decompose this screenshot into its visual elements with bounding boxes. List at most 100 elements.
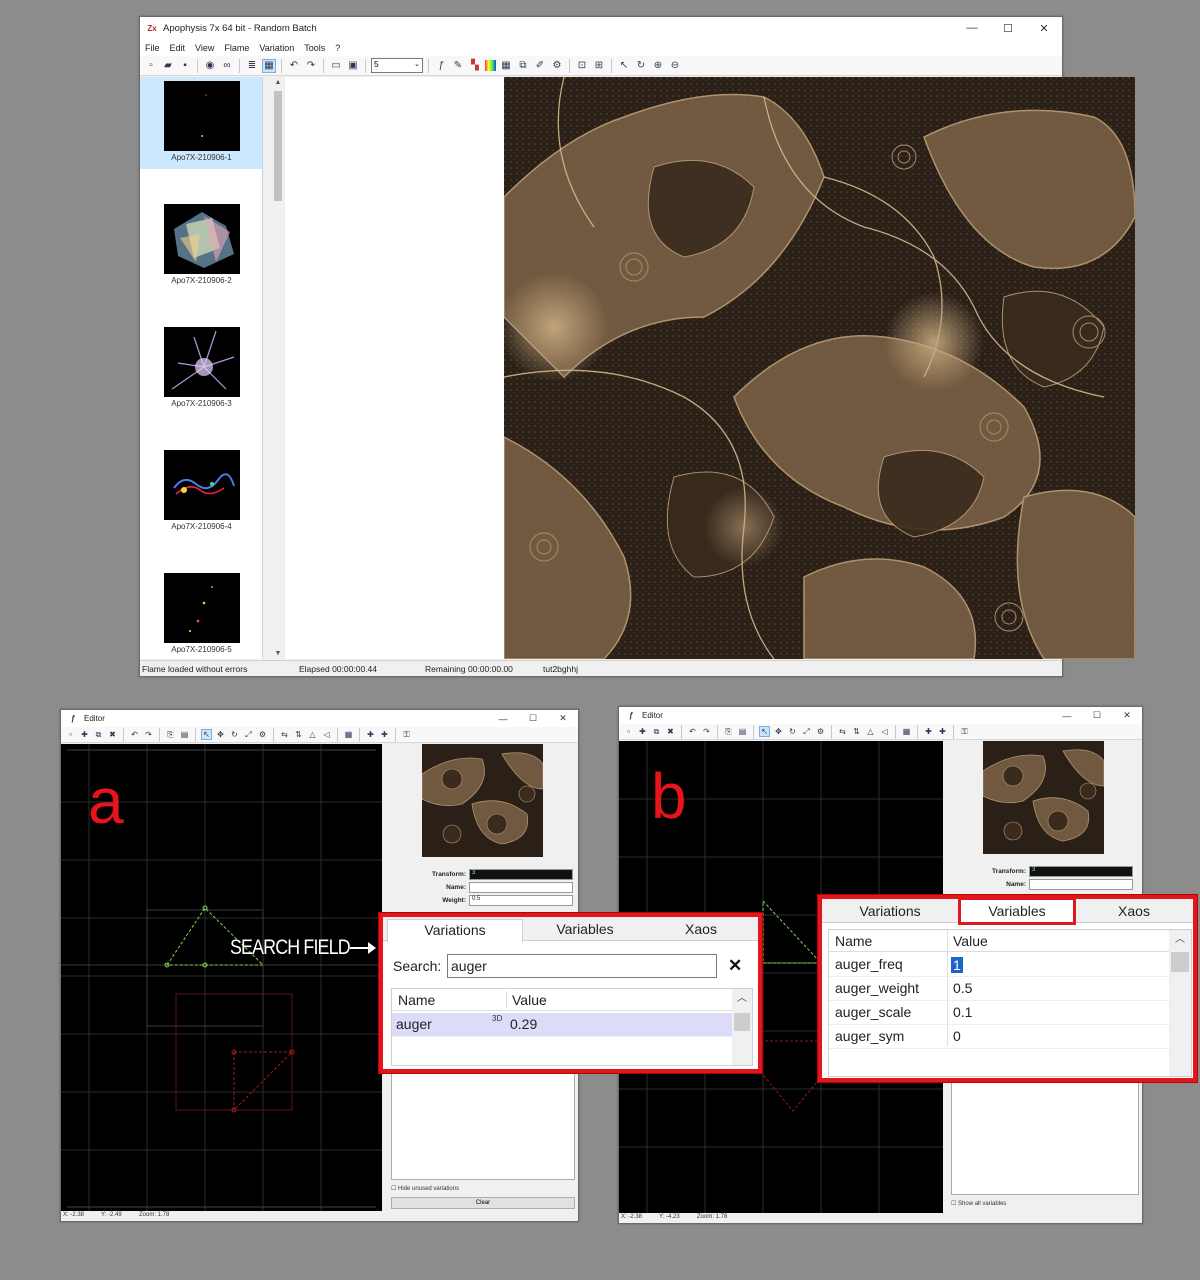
menu-variation[interactable]: Variation — [259, 43, 294, 53]
maximize-button[interactable]: ☐ — [1082, 707, 1112, 724]
post-transform-icon[interactable]: ✚ — [365, 729, 376, 740]
paste-icon[interactable]: ▤ — [179, 729, 190, 740]
copy-icon[interactable]: ⎘ — [723, 726, 734, 737]
menu-view[interactable]: View — [195, 43, 214, 53]
redo-icon[interactable]: ↷ — [304, 59, 318, 73]
variable-value[interactable]: 0.5 — [953, 977, 972, 999]
variation-value[interactable]: 0.29 — [510, 1013, 537, 1035]
table-scrollbar[interactable]: ︿ — [732, 989, 752, 1065]
tab-variables[interactable]: Variables — [958, 897, 1076, 925]
preview-icon[interactable]: ▣ — [346, 59, 360, 73]
minimize-button[interactable]: — — [954, 17, 990, 39]
duplicate-icon[interactable]: ⧉ — [93, 729, 104, 740]
save-icon[interactable]: ▪ — [178, 59, 192, 73]
variable-value-editing[interactable]: 1 — [951, 957, 963, 973]
quality-combo[interactable]: 5 ⌄ — [371, 58, 423, 73]
table-row[interactable]: auger_weight 0.5 — [829, 977, 1169, 1001]
transform-grid-canvas[interactable]: a — [61, 744, 382, 1213]
triangle-icon[interactable]: △ — [865, 726, 876, 737]
script-icon[interactable]: ✐ — [533, 59, 547, 73]
tab-variables[interactable]: Variables — [524, 919, 646, 941]
menu-tools[interactable]: Tools — [304, 43, 325, 53]
post-transform-icon[interactable]: ✚ — [923, 726, 934, 737]
undo-icon[interactable]: ↶ — [687, 726, 698, 737]
thumbnail-scrollbar[interactable]: ▲ ▼ — [271, 77, 285, 659]
table-row[interactable]: auger 3D 0.29 — [392, 1013, 732, 1037]
settings-icon[interactable]: ⚙ — [257, 729, 268, 740]
rotate-icon[interactable]: ↻ — [787, 726, 798, 737]
tab-xaos[interactable]: Xaos — [647, 919, 755, 941]
thumbnail-item[interactable]: Apo7X-210906-2 — [140, 200, 262, 292]
duplicate-icon[interactable]: ⧉ — [651, 726, 662, 737]
maximize-button[interactable]: ☐ — [518, 710, 548, 727]
transform-select[interactable]: 3 — [469, 869, 573, 880]
redo-icon[interactable]: ↷ — [143, 729, 154, 740]
table-scrollbar[interactable]: ︿ — [1169, 930, 1191, 1076]
variable-value[interactable]: 0.1 — [953, 1001, 972, 1023]
frame-icon[interactable]: ⊡ — [575, 59, 589, 73]
clear-search-icon[interactable]: ✕ — [728, 956, 742, 976]
undo-icon[interactable]: ↶ — [287, 59, 301, 73]
pointer-icon[interactable]: ↖ — [201, 729, 212, 740]
rotate-icon[interactable]: ↻ — [634, 59, 648, 73]
scrollbar-thumb[interactable] — [274, 91, 282, 201]
lock-icon[interactable]: ⚿ — [959, 726, 970, 737]
menu-file[interactable]: File — [145, 43, 160, 53]
lock-icon[interactable]: ⚿ — [401, 729, 412, 740]
add-transform-icon[interactable]: ✚ — [79, 729, 90, 740]
scale-icon[interactable]: ⤢ — [243, 729, 254, 740]
weight-field[interactable]: 0.5 — [469, 895, 573, 906]
tab-variations[interactable]: Variations — [387, 919, 523, 942]
thumbnail-item[interactable]: Apo7X-210906-3 — [140, 323, 262, 415]
pointer-icon[interactable]: ↖ — [617, 59, 631, 73]
search-input[interactable]: auger — [447, 954, 717, 978]
thumbnail-item[interactable]: Apo7X-210906-1 — [140, 77, 262, 169]
clear-button[interactable]: Clear — [391, 1197, 575, 1209]
variable-value[interactable]: 0 — [953, 1025, 961, 1047]
move-icon[interactable]: ✥ — [773, 726, 784, 737]
scroll-up-icon[interactable]: ︿ — [1169, 930, 1191, 945]
menu-help[interactable]: ? — [335, 43, 340, 53]
new-icon[interactable]: ▫ — [144, 59, 158, 73]
final-transform-icon[interactable]: ✚ — [937, 726, 948, 737]
table-row[interactable]: auger_freq 1 — [829, 953, 1169, 977]
final-transform-icon[interactable]: ✚ — [379, 729, 390, 740]
adjust-icon[interactable]: ✎ — [451, 59, 465, 73]
scale-icon[interactable]: ⤢ — [801, 726, 812, 737]
mutate-icon[interactable]: ▦ — [499, 59, 513, 73]
scrollbar-thumb[interactable] — [1171, 952, 1189, 972]
zoom-in-icon[interactable]: ⊕ — [651, 59, 665, 73]
move-icon[interactable]: ✥ — [215, 729, 226, 740]
thumbnail-item[interactable]: Apo7X-210906-5 — [140, 569, 262, 659]
fullscreen-icon[interactable]: ▭ — [329, 59, 343, 73]
thumbnail-list[interactable]: Apo7X-210906-1 Apo7X-210906-2 Apo7X-2109… — [140, 77, 263, 659]
table-row[interactable]: auger_sym 0 — [829, 1025, 1169, 1049]
flip-h-icon[interactable]: ⇆ — [279, 729, 290, 740]
grid-icon[interactable]: ▦ — [901, 726, 912, 737]
grid-icon[interactable]: ▦ — [343, 729, 354, 740]
reset-icon[interactable]: ◁ — [321, 729, 332, 740]
gradient-icon[interactable] — [485, 60, 496, 71]
paste-icon[interactable]: ▤ — [737, 726, 748, 737]
options-icon[interactable]: ⚙ — [550, 59, 564, 73]
batch-icon[interactable]: ⊞ — [592, 59, 606, 73]
scroll-up-icon[interactable]: ︿ — [732, 989, 752, 1004]
rotate-icon[interactable]: ↻ — [229, 729, 240, 740]
show-all-variables-checkbox-label[interactable]: ☐ Show all variables — [951, 1200, 1006, 1207]
close-button[interactable]: ✕ — [1112, 707, 1142, 724]
name-field[interactable] — [1029, 879, 1133, 890]
menu-flame[interactable]: Flame — [224, 43, 249, 53]
delete-icon[interactable]: ✖ — [665, 726, 676, 737]
scroll-up-icon[interactable]: ▲ — [271, 79, 285, 86]
delete-icon[interactable]: ✖ — [107, 729, 118, 740]
tab-variations[interactable]: Variations — [826, 901, 954, 923]
scrollbar-thumb[interactable] — [734, 1013, 750, 1031]
new-icon[interactable]: ▫ — [65, 729, 76, 740]
list-view-icon[interactable]: ≣ — [245, 59, 259, 73]
undo-icon[interactable]: ↶ — [129, 729, 140, 740]
editor-icon[interactable]: ƒ — [434, 59, 448, 73]
triangle-icon[interactable]: △ — [307, 729, 318, 740]
minimize-button[interactable]: — — [1052, 707, 1082, 724]
flip-v-icon[interactable]: ⇅ — [851, 726, 862, 737]
menu-edit[interactable]: Edit — [170, 43, 186, 53]
